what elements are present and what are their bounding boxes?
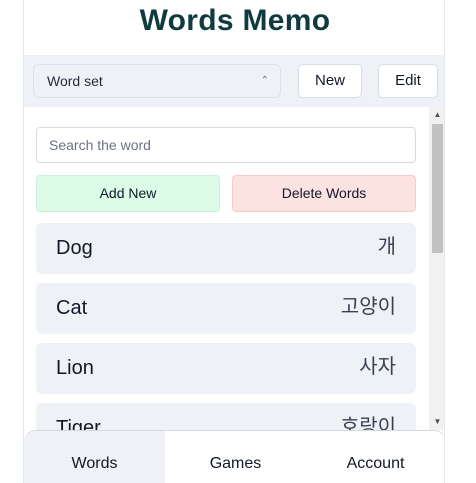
scrollbar[interactable]: ▲ ▼ [429,107,444,430]
word-english: Dog [56,237,93,259]
word-english: Cat [56,297,88,319]
app-container: Words Memo Word set ⌃ New Edit Search th… [23,0,445,483]
word-item[interactable]: Tiger 호랑이 [36,403,416,430]
toolbar: Word set ⌃ New Edit [24,55,444,107]
word-set-select-value: Word set [47,73,103,89]
word-korean: 사자 [359,356,396,378]
word-english: Tiger [56,417,101,430]
scroll-down-arrow-icon[interactable]: ▼ [429,414,444,430]
add-new-button[interactable]: Add New [36,175,220,212]
new-button[interactable]: New [298,64,362,98]
word-item[interactable]: Lion 사자 [36,343,416,394]
word-korean: 고양이 [340,296,396,318]
words-list-panel: Search the word Add New Delete Words Dog… [24,107,429,430]
scroll-up-arrow-icon[interactable]: ▲ [429,107,444,123]
tab-account[interactable]: Account [305,431,444,483]
search-input[interactable]: Search the word [36,127,416,163]
word-korean: 호랑이 [340,416,396,430]
scrollbar-thumb[interactable] [432,124,443,253]
word-set-select[interactable]: Word set ⌃ [33,64,281,98]
edit-button[interactable]: Edit [378,64,438,98]
word-english: Lion [56,357,94,379]
chevron-updown-icon: ⌃ [260,75,269,86]
delete-words-button[interactable]: Delete Words [232,175,416,212]
word-korean: 개 [377,236,396,258]
tab-words[interactable]: Words [24,431,165,483]
word-item[interactable]: Cat 고양이 [36,283,416,334]
page-title: Words Memo [139,4,331,37]
word-item[interactable]: Dog 개 [36,223,416,274]
bottom-tab-bar: Words Games Account [24,430,444,483]
tab-games[interactable]: Games [165,431,306,483]
